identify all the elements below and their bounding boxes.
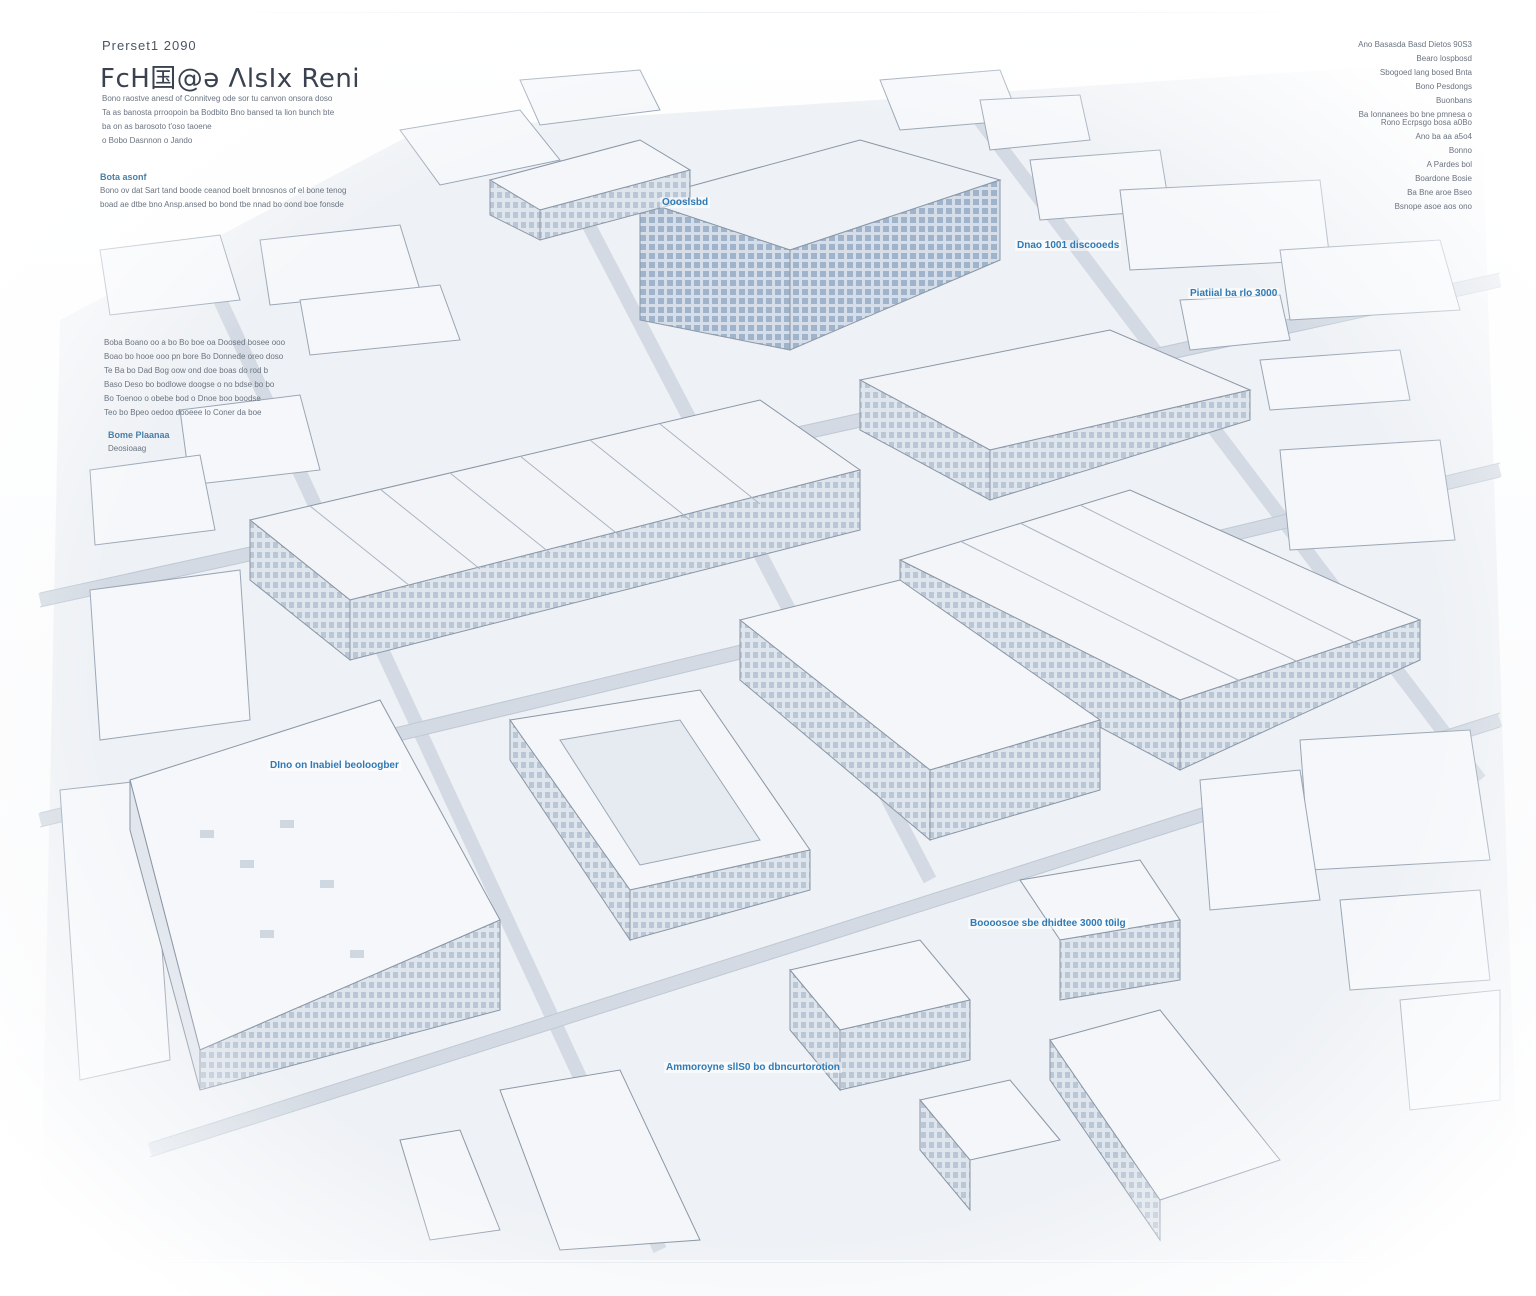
section-line: boad ae dtbe bno Ansp.ansed bo bond tbe … bbox=[100, 200, 344, 209]
note-line: Boardone Bosie bbox=[1415, 174, 1472, 183]
left-label: Bome Plaanaa bbox=[108, 430, 170, 440]
left-label-block: Bome Plaanaa Deosioaag bbox=[108, 428, 228, 456]
sheet-title: FcH国@ə ΛlsIx Reni bbox=[100, 64, 361, 94]
note-line: Te Ba bo Dad Bog oow ond doe boas do rod… bbox=[104, 366, 269, 375]
note-line: Bo Toenoo o obebe bod o Dnoe boo boodse bbox=[104, 394, 261, 403]
note-line: Bono Pesdongs bbox=[1415, 82, 1473, 91]
section-block: Bota asonf Bono ov dat Sart tand boode c… bbox=[100, 170, 430, 212]
note-line: Bonno bbox=[1448, 146, 1472, 155]
note-line: Ano ba aa a5o4 bbox=[1415, 132, 1473, 141]
note-line: Ano Basasda Basd Dietos 90S3 bbox=[1358, 40, 1472, 49]
intro-line: Ta as banosta prroopoin ba Bodbito Bno b… bbox=[102, 108, 335, 117]
note-line: Bearo lospbosd bbox=[1416, 54, 1472, 63]
left-label-2: Deosioaag bbox=[108, 444, 147, 453]
note-line: Buonbans bbox=[1435, 96, 1472, 105]
note-line: Sbogoed lang bosed Bnta bbox=[1379, 68, 1472, 77]
intro-line: Bono raostve anesd of Connitveg ode sor … bbox=[102, 94, 333, 103]
note-line: Boao bo hooe ooo pn bore Bo Donnede oreo… bbox=[104, 352, 284, 361]
note-line: Rono Ecrpsgo bosa a0Bo bbox=[1380, 118, 1472, 127]
intro-line: o Bobo Dasnnon o Jando bbox=[102, 136, 193, 145]
section-line: Bono ov dat Sart tand boode ceanod boelt… bbox=[100, 186, 347, 195]
right-notes-b: Rono Ecrpsgo bosa a0Bo Ano ba aa a5o4 Bo… bbox=[1300, 116, 1472, 214]
callout-south-east: Boooosoe sbe dhidtee 3000 t0ilg bbox=[968, 918, 1128, 929]
note-line: Bsnope asoe aos ono bbox=[1394, 202, 1472, 211]
intro-block: Bono raostve anesd of Connitveg ode sor … bbox=[102, 92, 362, 148]
left-notes: Boba Boano oo a bo Bo boe oa Doosed bose… bbox=[104, 336, 424, 420]
callout-east: Piatiial ba rlo 3000 bbox=[1188, 288, 1280, 299]
callout-south: Ammoroyne sllS0 bo dbncurtorotion bbox=[664, 1062, 842, 1073]
note-line: Baso Deso bo bodlowe doogse o no bdse bo… bbox=[104, 380, 275, 389]
note-line: A Pardes bol bbox=[1426, 160, 1472, 169]
section-label: Bota asonf bbox=[100, 172, 147, 182]
sheet-code: Prerset1 2090 bbox=[102, 38, 197, 53]
intro-line: ba on as barosoto t'oso taoene bbox=[102, 122, 212, 131]
note-line: Teo bo Bpeo oedoo dooeee lo Coner da boe bbox=[104, 408, 262, 417]
callout-warehouse: DIno on Inabiel beoloogber bbox=[268, 760, 401, 771]
callout-tower: Oooslsbd bbox=[660, 197, 711, 208]
sheet: Prerset1 2090 FcH国@ə ΛlsIx Reni Bono rao… bbox=[0, 0, 1536, 1296]
note-line: Boba Boano oo a bo Bo boe oa Doosed bose… bbox=[104, 338, 286, 347]
right-notes-a: Ano Basasda Basd Dietos 90S3 Bearo lospb… bbox=[1300, 38, 1472, 122]
callout-north: Dnao 1001 discooeds bbox=[1015, 240, 1122, 251]
note-line: Ba Bne aroe Bseo bbox=[1407, 188, 1472, 197]
